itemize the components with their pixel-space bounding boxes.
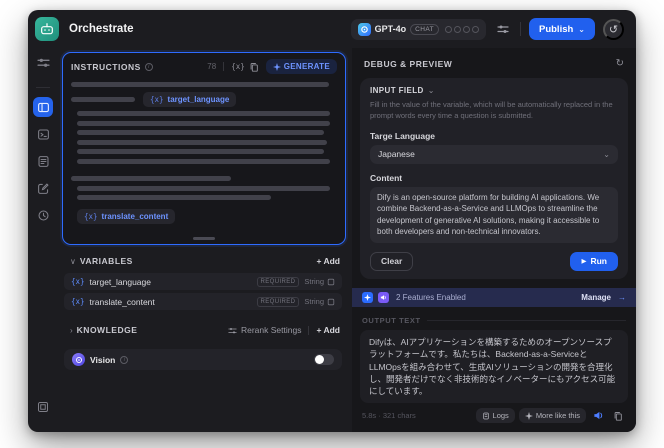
add-variable-button[interactable]: + Add [316, 256, 340, 266]
features-enabled-bar: 2 Features Enabled Manage → [352, 287, 636, 307]
page-title: Orchestrate [69, 23, 134, 35]
app-logo-icon[interactable] [35, 17, 59, 41]
feature-sparkle-icon [362, 291, 373, 303]
resize-handle[interactable] [193, 237, 215, 240]
variables-title: VARIABLES [79, 256, 133, 266]
configuration-panel: INSTRUCTIONS i 78 {x} GENERATE {x} targe… [58, 48, 352, 432]
info-icon: i [144, 62, 153, 71]
divider [36, 87, 50, 88]
play-icon: ▶ [581, 258, 587, 266]
run-button[interactable]: ▶ Run [570, 251, 618, 271]
more-like-this-button[interactable]: More like this [518, 408, 586, 424]
output-text-bubble: Difyは、AIアプリケーションを構築するためのオープンソースプラットフォームで… [360, 329, 628, 404]
redacted-prompt-text: {x} target_language {x} translate_content [71, 82, 337, 224]
sidebar-item-orchestrate[interactable] [33, 97, 53, 117]
input-field-title: INPUT FIELD [370, 86, 424, 95]
sidebar-item-monitoring[interactable] [33, 205, 53, 225]
debug-preview-title: DEBUG & PREVIEW [364, 58, 453, 69]
variable-type: String [304, 297, 335, 306]
variable-type: String [304, 277, 335, 286]
model-params-icon[interactable] [494, 20, 512, 38]
left-nav-sidebar [28, 48, 58, 432]
collapse-panel-icon[interactable] [33, 397, 53, 417]
history-icon: ↺ [608, 23, 619, 36]
knowledge-section-header: › KNOWLEDGE Rerank Settings + Add [62, 318, 346, 342]
knowledge-title: KNOWLEDGE [76, 325, 138, 335]
model-name: GPT-4o [374, 24, 407, 34]
output-footer: 5.8s · 321 chars Logs More like this [362, 408, 626, 424]
chevron-down-icon[interactable]: ⌄ [428, 86, 435, 95]
input-field-description: Fill in the value of the variable, which… [370, 100, 613, 121]
target-language-select[interactable]: Japanese ⌄ [370, 144, 618, 164]
required-badge: REQUIRED [256, 276, 300, 287]
content-label: Content [370, 172, 403, 183]
instructions-editor[interactable]: INSTRUCTIONS i 78 {x} GENERATE {x} targe… [62, 52, 346, 245]
model-mode-badge: CHAT [410, 23, 439, 35]
model-config-icon[interactable] [33, 52, 53, 72]
rerank-settings-button[interactable]: Rerank Settings [228, 325, 301, 335]
variable-chip-translate-content[interactable]: {x} translate_content [77, 208, 176, 224]
info-icon: i [120, 355, 129, 364]
add-knowledge-button[interactable]: + Add [316, 325, 340, 335]
titlebar: Orchestrate GPT-4o CHAT Publish ⌄ ↺ [28, 10, 636, 48]
divider [426, 319, 626, 321]
openai-icon [357, 22, 371, 36]
sidebar-item-logs[interactable] [33, 151, 53, 171]
variable-row-translate-content[interactable]: {x} translate_content REQUIRED String [64, 293, 342, 310]
generate-button[interactable]: GENERATE [265, 59, 337, 74]
app-window: Orchestrate GPT-4o CHAT Publish ⌄ ↺ INST… [28, 10, 636, 432]
variable-chip-target-language[interactable]: {x} target_language [143, 91, 237, 107]
chevron-down-icon[interactable]: ∨ [70, 257, 76, 266]
vision-feature-row: Vision i [64, 349, 342, 370]
content-textarea[interactable]: Dify is an open-source platform for buil… [370, 186, 618, 243]
refresh-icon[interactable]: ↻ [616, 58, 624, 69]
sidebar-item-annotation[interactable] [33, 178, 53, 198]
sidebar-item-terminal[interactable] [33, 124, 53, 144]
input-field-card: INPUT FIELD ⌄ Fill in the value of the v… [360, 78, 628, 279]
debug-preview-panel: DEBUG & PREVIEW ↻ INPUT FIELD ⌄ Fill in … [352, 48, 636, 432]
insert-variable-icon[interactable]: {x} [231, 62, 245, 71]
eye-icon [72, 353, 85, 366]
copy-icon[interactable] [610, 409, 626, 423]
version-history-button[interactable]: ↺ [603, 18, 624, 40]
divider [519, 22, 521, 36]
required-badge: REQUIRED [256, 296, 300, 307]
variables-section-header: ∨ VARIABLES + Add [62, 249, 346, 273]
instructions-title: INSTRUCTIONS [71, 61, 141, 72]
target-language-label: Targe Language [370, 130, 436, 141]
output-meta: 5.8s · 321 chars [362, 411, 416, 421]
divider [223, 62, 225, 71]
variable-row-target-language[interactable]: {x} target_language REQUIRED String [64, 273, 342, 290]
divider [308, 325, 310, 335]
chevron-down-icon: ⌄ [578, 24, 585, 34]
model-selector[interactable]: GPT-4o CHAT [350, 18, 486, 40]
features-enabled-label: 2 Features Enabled [396, 292, 466, 302]
vision-label: Vision [90, 354, 116, 365]
vision-toggle[interactable] [314, 354, 334, 365]
feature-tts-icon [378, 291, 389, 303]
arrow-right-icon: → [618, 292, 626, 302]
publish-button[interactable]: Publish ⌄ [528, 18, 595, 40]
logs-button[interactable]: Logs [475, 408, 515, 424]
output-text-title: OUTPUT TEXT [362, 315, 421, 325]
clear-button[interactable]: Clear [370, 251, 414, 271]
chevron-down-icon: ⌄ [603, 149, 610, 159]
copy-icon[interactable] [249, 62, 259, 72]
speaker-icon[interactable] [590, 409, 606, 423]
model-capability-icons [444, 25, 479, 33]
chevron-right-icon[interactable]: › [70, 326, 73, 335]
char-count: 78 [207, 62, 217, 71]
manage-features-button[interactable]: Manage [581, 293, 611, 302]
